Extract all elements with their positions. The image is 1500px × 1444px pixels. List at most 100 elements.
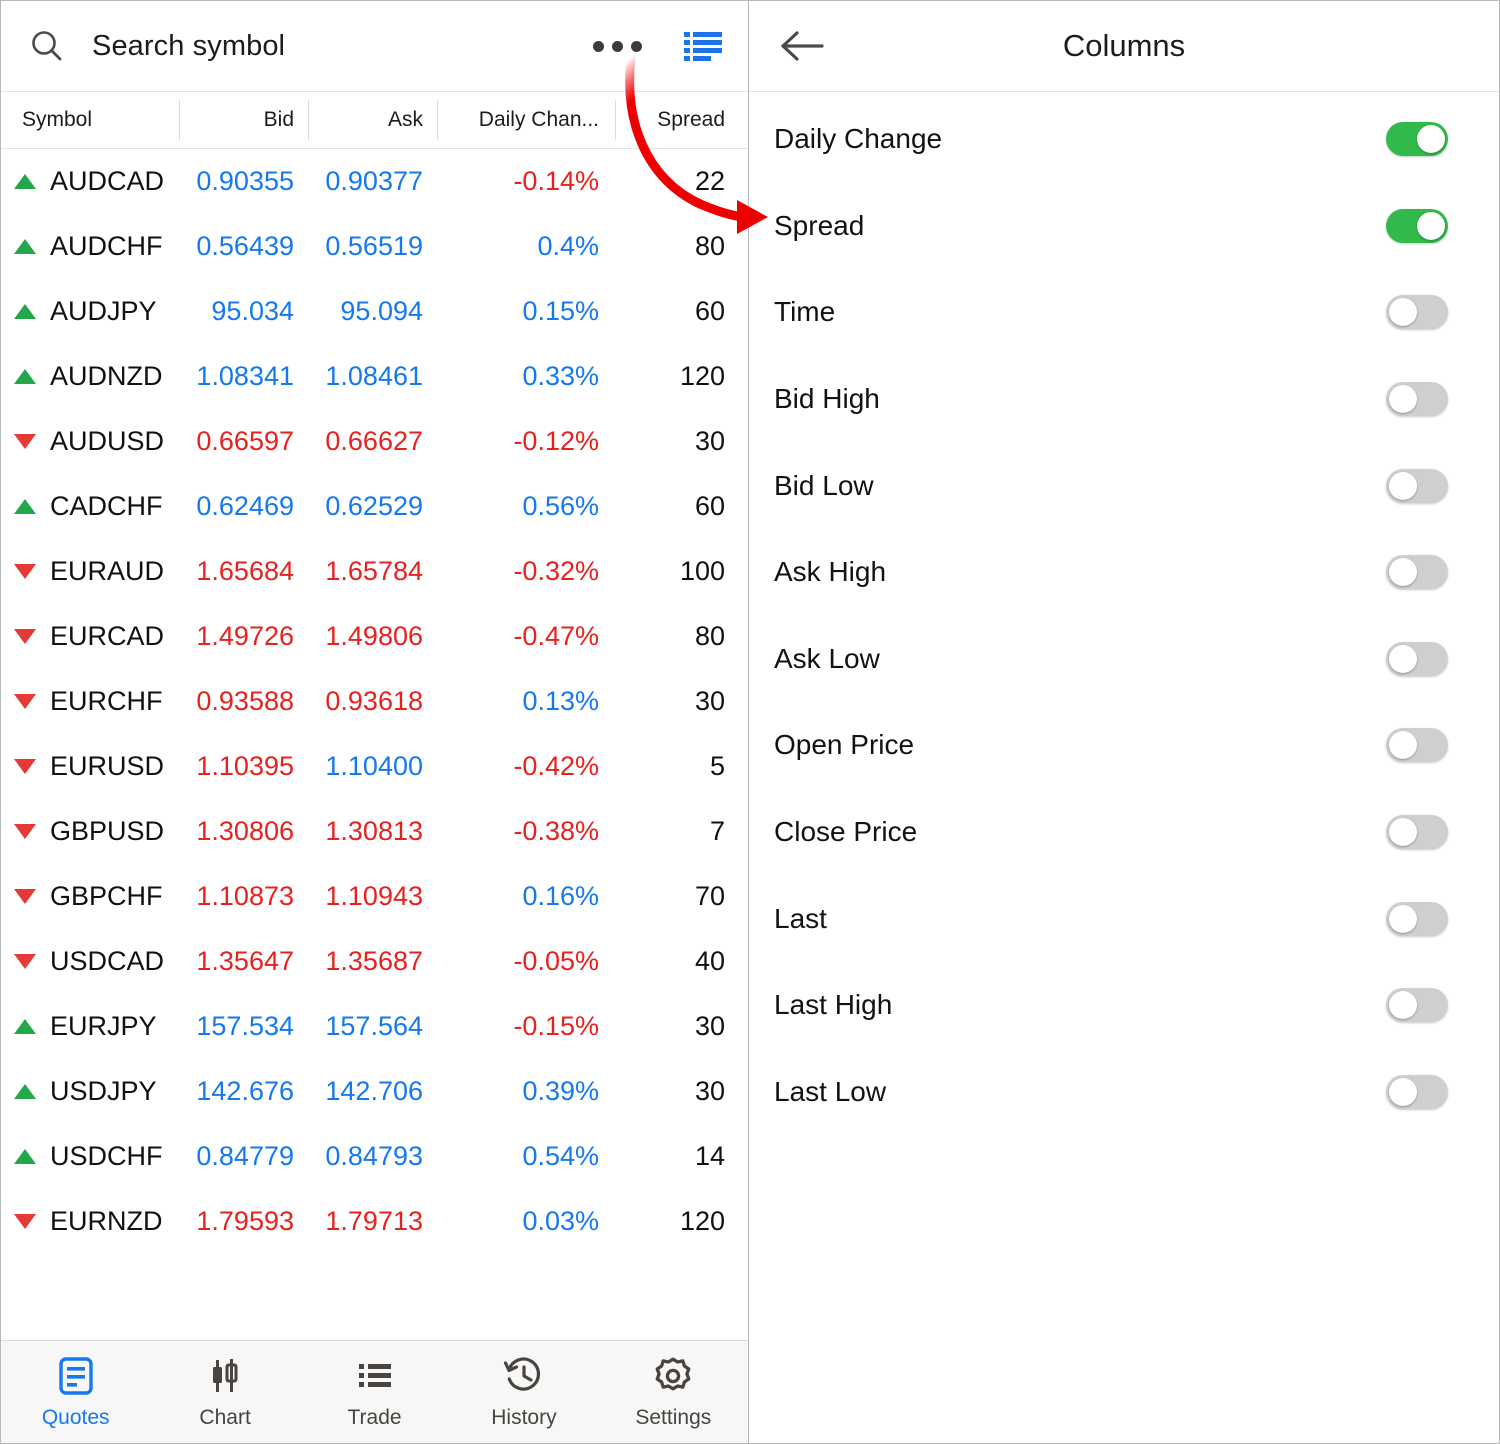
spread-cell: 80 [615, 214, 747, 279]
toggle-switch[interactable] [1386, 295, 1448, 329]
table-row[interactable]: USDCHF0.847790.847930.54%14 [1, 1124, 748, 1189]
table-row[interactable]: EURAUD1.656841.65784-0.32%100 [1, 539, 748, 604]
arrow-up-icon [14, 369, 36, 384]
symbol-label: AUDUSD [50, 426, 164, 457]
column-toggle-row[interactable]: Time [749, 269, 1499, 356]
symbol-label: EURCAD [50, 621, 164, 652]
more-options-icon[interactable] [585, 35, 650, 58]
nav-item-trade[interactable]: Trade [300, 1341, 449, 1443]
search-bar[interactable]: Search symbol [1, 1, 748, 92]
spread-cell: 30 [615, 994, 747, 1059]
bottom-navigation: Quotes Chart Trade History Settings [1, 1340, 748, 1443]
search-input-placeholder[interactable]: Search symbol [92, 30, 585, 63]
symbol-label: AUDCAD [50, 166, 164, 197]
column-toggle-row[interactable]: Daily Change [749, 96, 1499, 183]
daily-change-cell: 0.54% [437, 1124, 615, 1189]
toggle-switch[interactable] [1386, 555, 1448, 589]
symbol-cell: USDJPY [1, 1059, 179, 1124]
table-row[interactable]: AUDCAD0.903550.90377-0.14%22 [1, 149, 748, 214]
toggle-knob [1389, 298, 1417, 326]
symbol-cell: AUDCHF [1, 214, 179, 279]
columns-panel-header: Columns [749, 1, 1499, 92]
column-toggle-row[interactable]: Last High [749, 962, 1499, 1049]
nav-item-history[interactable]: History [449, 1341, 598, 1443]
symbol-label: CADCHF [50, 491, 163, 522]
toggle-switch[interactable] [1386, 988, 1448, 1022]
table-row[interactable]: EURNZD1.795931.797130.03%120 [1, 1189, 748, 1254]
column-toggle-row[interactable]: Ask High [749, 529, 1499, 616]
daily-change-cell: 0.16% [437, 864, 615, 929]
table-row[interactable]: AUDUSD0.665970.66627-0.12%30 [1, 409, 748, 474]
symbol-cell: EURCHF [1, 669, 179, 734]
table-row[interactable]: EURCHF0.935880.936180.13%30 [1, 669, 748, 734]
spread-cell: 30 [615, 1059, 747, 1124]
symbol-label: USDCHF [50, 1141, 163, 1172]
nav-item-label: Chart [199, 1406, 250, 1430]
table-row[interactable]: EURCAD1.497261.49806-0.47%80 [1, 604, 748, 669]
arrow-down-icon [14, 564, 36, 579]
spread-cell: 70 [615, 864, 747, 929]
toggle-switch[interactable] [1386, 902, 1448, 936]
column-header-daily-change[interactable]: Daily Chan... [437, 100, 615, 140]
toggle-knob [1389, 905, 1417, 933]
bid-cell: 1.10395 [179, 734, 308, 799]
table-row[interactable]: USDJPY142.676142.7060.39%30 [1, 1059, 748, 1124]
toggle-switch[interactable] [1386, 469, 1448, 503]
daily-change-cell: -0.12% [437, 409, 615, 474]
column-toggle-row[interactable]: Bid Low [749, 442, 1499, 529]
symbol-label: AUDNZD [50, 361, 163, 392]
nav-item-label: Trade [347, 1406, 401, 1430]
column-toggle-row[interactable]: Spread [749, 183, 1499, 270]
table-row[interactable]: AUDCHF0.564390.565190.4%80 [1, 214, 748, 279]
arrow-up-icon [14, 239, 36, 254]
column-header-symbol[interactable]: Symbol [1, 100, 179, 140]
ask-cell: 0.62529 [308, 474, 437, 539]
column-toggle-row[interactable]: Last Low [749, 1049, 1499, 1136]
column-header-ask[interactable]: Ask [308, 100, 437, 140]
column-toggle-row[interactable]: Close Price [749, 789, 1499, 876]
table-row[interactable]: USDCAD1.356471.35687-0.05%40 [1, 929, 748, 994]
nav-item-chart[interactable]: Chart [150, 1341, 299, 1443]
toggle-knob [1389, 645, 1417, 673]
column-toggle-row[interactable]: Open Price [749, 702, 1499, 789]
column-toggle-label: Daily Change [774, 123, 942, 155]
arrow-down-icon [14, 889, 36, 904]
nav-item-label: Settings [635, 1406, 711, 1430]
bid-cell: 1.08341 [179, 344, 308, 409]
spread-cell: 7 [615, 799, 747, 864]
table-row[interactable]: EURJPY157.534157.564-0.15%30 [1, 994, 748, 1059]
nav-item-settings[interactable]: Settings [599, 1341, 748, 1443]
ask-cell: 0.93618 [308, 669, 437, 734]
nav-item-quotes[interactable]: Quotes [1, 1341, 150, 1443]
table-row[interactable]: EURUSD1.103951.10400-0.42%5 [1, 734, 748, 799]
table-row[interactable]: CADCHF0.624690.625290.56%60 [1, 474, 748, 539]
symbol-cell: EURNZD [1, 1189, 179, 1254]
daily-change-cell: 0.4% [437, 214, 615, 279]
toggle-switch[interactable] [1386, 382, 1448, 416]
symbol-cell: AUDCAD [1, 149, 179, 214]
daily-change-cell: 0.39% [437, 1059, 615, 1124]
symbol-label: EURCHF [50, 686, 163, 717]
daily-change-cell: -0.38% [437, 799, 615, 864]
column-toggle-row[interactable]: Last [749, 875, 1499, 962]
toggle-switch[interactable] [1386, 815, 1448, 849]
list-icon [355, 1355, 395, 1397]
table-row[interactable]: GBPUSD1.308061.30813-0.38%7 [1, 799, 748, 864]
spread-cell: 14 [615, 1124, 747, 1189]
toggle-switch[interactable] [1386, 642, 1448, 676]
list-view-icon[interactable] [684, 31, 722, 61]
table-row[interactable]: AUDJPY95.03495.0940.15%60 [1, 279, 748, 344]
daily-change-cell: -0.05% [437, 929, 615, 994]
toggle-switch[interactable] [1386, 728, 1448, 762]
column-header-spread[interactable]: Spread [615, 100, 747, 140]
toggle-switch[interactable] [1386, 122, 1448, 156]
toggle-switch[interactable] [1386, 1075, 1448, 1109]
column-toggle-row[interactable]: Bid High [749, 356, 1499, 443]
arrow-down-icon [14, 694, 36, 709]
column-toggle-row[interactable]: Ask Low [749, 616, 1499, 703]
table-row[interactable]: AUDNZD1.083411.084610.33%120 [1, 344, 748, 409]
table-row[interactable]: GBPCHF1.108731.109430.16%70 [1, 864, 748, 929]
column-toggle-label: Bid Low [774, 470, 874, 502]
column-header-bid[interactable]: Bid [179, 100, 308, 140]
toggle-switch[interactable] [1386, 209, 1448, 243]
